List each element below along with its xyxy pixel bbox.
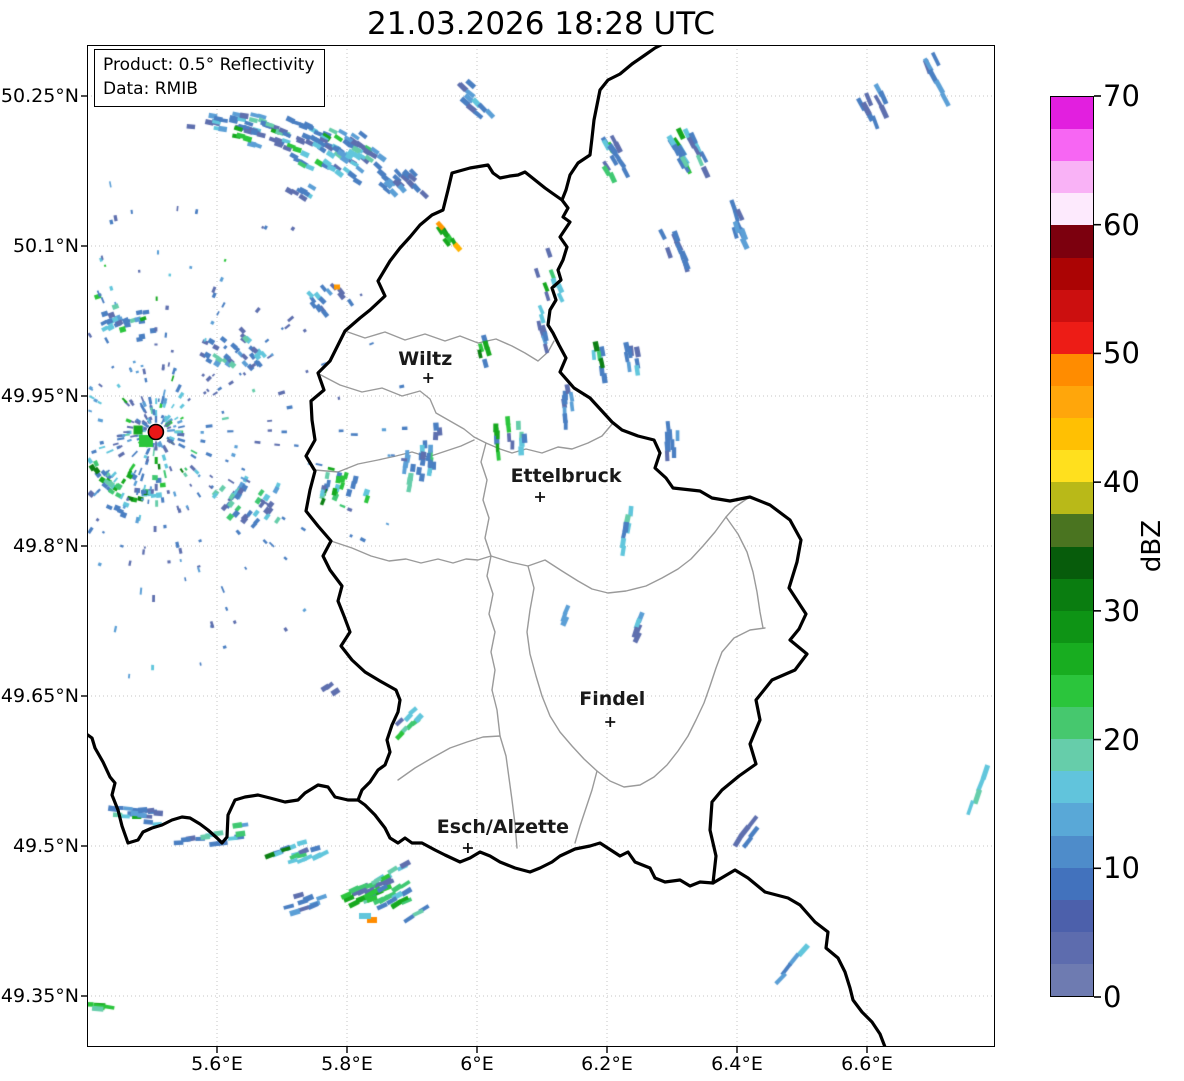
colorbar-segment [1051,771,1093,804]
map-plot-area: Wiltz Ettelbruck Findel Esch/Alzette Produc… [87,45,995,1047]
colorbar-segment [1051,642,1093,675]
colorbar-segment [1051,385,1093,419]
city-label: Ettelbruck [511,465,622,487]
lat-tick-label: 49.35°N [0,985,79,1007]
colorbar-segment [1051,899,1093,932]
colorbar-segment [1051,97,1093,130]
colorbar-segment [1051,257,1093,290]
lon-tick-label: 6.2°E [581,1053,633,1075]
radar-site-dot [147,423,165,441]
colorbar-segment [1051,707,1093,740]
colorbar-segment [1051,867,1093,900]
product-line: Product: 0.5° Reflectivity [103,55,315,75]
colorbar-segment [1051,353,1093,386]
colorbar-segment [1051,289,1093,322]
border-and-city-layer: Wiltz Ettelbruck Findel Esch/Alzette [87,45,887,1047]
lon-tick-label: 6.6°E [841,1053,893,1075]
colorbar-segment [1051,931,1093,964]
colorbar-segment [1051,321,1093,354]
colorbar-segment [1051,835,1093,868]
country-border [560,45,663,202]
page-title: 21.03.2026 18:28 UTC [367,6,715,42]
colorbar-tick-label: 0 [1103,980,1122,1014]
colorbar-tick-label: 70 [1103,79,1140,113]
colorbar-segment [1051,193,1093,226]
lat-tick-label: 49.8°N [12,535,79,557]
colorbar-tick-label: 60 [1103,207,1140,242]
colorbar-segment [1051,482,1093,515]
country-border [87,732,360,845]
colorbar-segment [1051,129,1093,162]
lon-tick-label: 5.8°E [321,1053,373,1075]
colorbar-segment [1051,739,1093,772]
lat-tick-label: 50.1°N [12,235,79,257]
colorbar-segment [1051,161,1093,194]
radar-image: 21.03.2026 18:28 UTC Wiltz Ettelbruck Find… [0,0,1184,1081]
colorbar-segment [1051,450,1093,483]
reflectivity-colorbar [1050,96,1094,997]
lat-tick-label: 49.95°N [0,385,79,407]
colorbar-tick-label: 20 [1103,722,1140,757]
lat-tick-label: 50.25°N [0,85,79,107]
lat-tick-label: 49.65°N [0,685,79,707]
colorbar-segment [1051,674,1093,708]
colorbar-segment [1051,546,1093,579]
city-label: Wiltz [398,348,452,370]
colorbar-segment [1051,418,1093,451]
colorbar-segment [1051,610,1093,643]
lat-tick-label: 49.5°N [12,835,79,857]
data-source-line: Data: RMIB [103,79,198,99]
colorbar-tick-label: 40 [1103,465,1140,500]
colorbar-segment [1051,225,1093,258]
city-marker [462,843,473,853]
colorbar-segment [1051,514,1093,547]
colorbar-segment [1051,963,1093,997]
country-border [304,163,809,888]
city-label: Findel [579,688,645,710]
colorbar-tick-label: 30 [1103,593,1140,628]
colorbar-tick-label: 50 [1103,336,1140,371]
city-marker [605,717,616,727]
colorbar-segment [1051,578,1093,611]
lon-tick-label: 6.4°E [711,1053,763,1075]
city-marker [423,373,434,383]
city-label: Esch/Alzette [437,816,569,838]
colorbar-tick-label: 10 [1103,851,1140,886]
colorbar-unit-label: dBZ [1137,519,1167,573]
lon-tick-label: 6°E [460,1053,494,1075]
lon-tick-label: 5.6°E [191,1053,243,1075]
country-border [711,868,887,1047]
city-marker [535,492,546,502]
colorbar-segment [1051,803,1093,836]
product-info-box: Product: 0.5° Reflectivity Data: RMIB [94,49,325,107]
